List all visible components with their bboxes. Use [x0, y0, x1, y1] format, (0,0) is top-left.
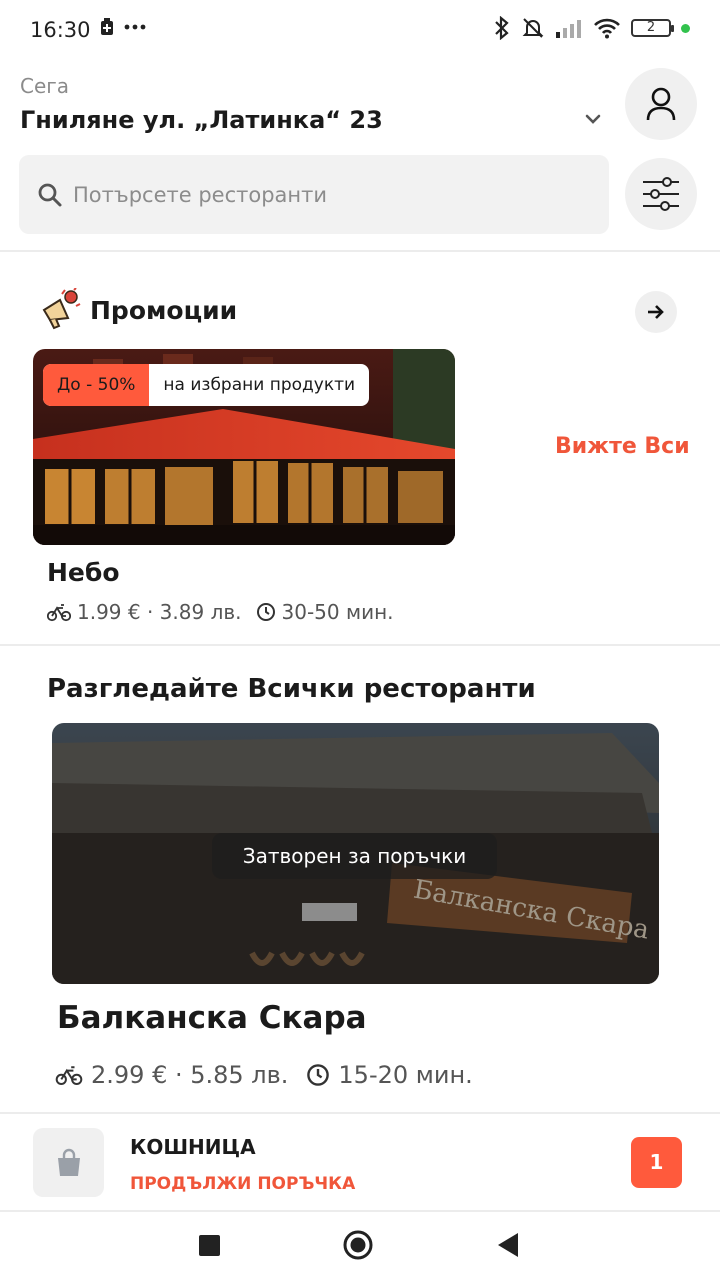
basket-count-badge[interactable]: 1 [631, 1137, 682, 1188]
delivery-time-label: Сега [20, 74, 70, 98]
profile-button[interactable] [625, 68, 697, 140]
back-button[interactable] [496, 1232, 520, 1258]
clock-icon [256, 603, 275, 621]
bell-muted-icon [522, 18, 544, 38]
promotions-title: Промоции [90, 296, 238, 325]
search-input[interactable]: Потърсете ресторанти [19, 155, 609, 234]
discount-description: на избрани продукти [163, 375, 356, 395]
all-restaurants-title: Разгледайте Всички ресторанти [47, 674, 536, 704]
filter-button[interactable] [625, 158, 697, 230]
divider [0, 1210, 720, 1212]
delivery-time: 30-50 мин. [281, 600, 394, 624]
sliders-icon [643, 177, 679, 211]
divider [0, 250, 720, 252]
delivery-address[interactable]: Гниляне ул. „Латинка“ 23 [20, 106, 383, 134]
promo-restaurant-info: 1.99 € · 3.89 лв. 30-50 мин. [47, 600, 394, 624]
see-all-link[interactable]: Вижте Всич [555, 434, 688, 459]
promotions-arrow-button[interactable] [635, 291, 677, 333]
home-button[interactable] [342, 1229, 374, 1261]
continue-order-link[interactable]: ПРОДЪЛЖИ ПОРЪЧКА [130, 1174, 355, 1194]
discount-label: До - 50% [43, 364, 150, 406]
status-right-icons: 2 [493, 16, 690, 40]
chevron-down-icon[interactable] [582, 108, 604, 130]
delivery-fee: 2.99 € · 5.85 лв. [91, 1061, 289, 1089]
recent-apps-button[interactable] [199, 1235, 220, 1256]
more-dots-icon [124, 24, 146, 30]
delivery-fee: 1.99 € · 3.89 лв. [77, 600, 242, 624]
bluetooth-icon [495, 16, 509, 40]
divider [0, 1112, 720, 1114]
arrow-right-icon [648, 305, 664, 319]
megaphone-icon [42, 288, 81, 330]
shopping-bag-icon [57, 1148, 80, 1176]
wifi-icon [594, 18, 620, 39]
status-left-icons [100, 18, 146, 36]
status-time: 16:30 [30, 18, 91, 42]
basket-button[interactable] [33, 1128, 104, 1197]
search-placeholder: Потърсете ресторанти [73, 182, 328, 207]
search-icon [38, 183, 62, 206]
bike-icon [55, 1066, 83, 1086]
restaurant-name[interactable]: Балканска Скара [57, 1000, 367, 1036]
privacy-indicator-dot [681, 23, 690, 33]
basket-title[interactable]: КОШНИЦА [130, 1135, 256, 1159]
promo-badge: До - 50% на избрани продукти [43, 364, 370, 406]
restaurant-info: 2.99 € · 5.85 лв. 15-20 мин. [55, 1061, 473, 1089]
user-icon [646, 87, 676, 121]
closed-for-orders-label: Затворен за поръчки [212, 833, 497, 879]
battery-icon: 2 [631, 19, 674, 37]
bike-icon [47, 604, 71, 622]
promo-restaurant-name[interactable]: Небо [47, 558, 120, 587]
divider [0, 644, 720, 646]
battery-saver-icon [101, 18, 113, 35]
signal-icon [556, 20, 581, 38]
clock-icon [307, 1064, 330, 1086]
delivery-time: 15-20 мин. [338, 1061, 473, 1089]
